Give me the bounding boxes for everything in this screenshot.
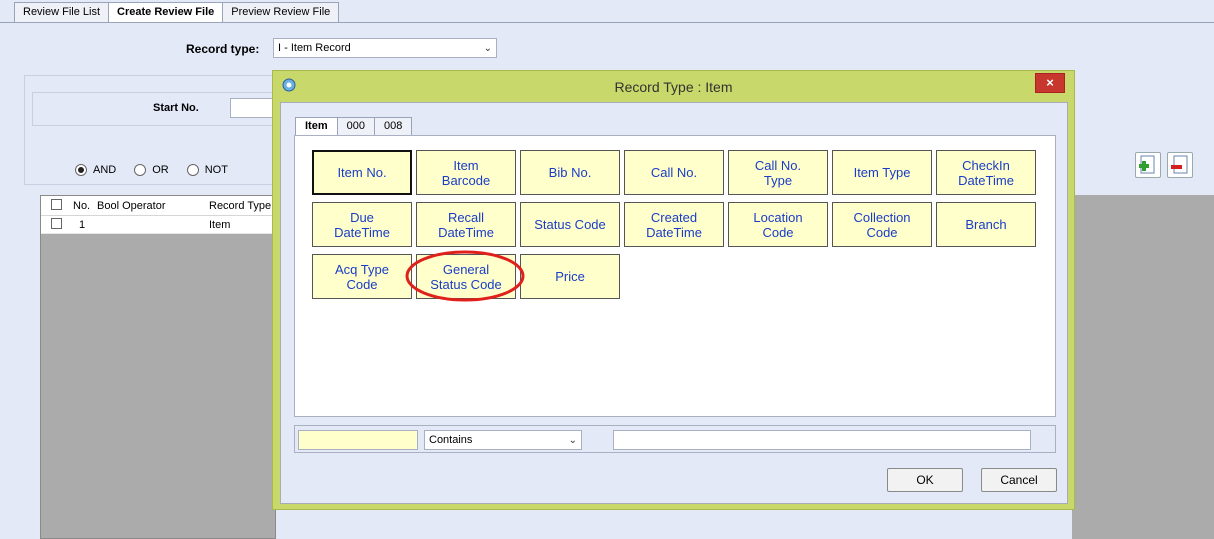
filter-bar: Contains ⌄	[294, 425, 1056, 453]
tab-divider	[0, 22, 1214, 23]
radio-and[interactable]: AND	[75, 164, 116, 176]
field-status-code[interactable]: Status Code	[520, 202, 620, 247]
select-all-checkbox[interactable]	[51, 198, 62, 210]
cancel-button[interactable]: Cancel	[981, 468, 1057, 492]
dialog-title: Record Type : Item	[614, 79, 733, 95]
top-tab-bar: Review File List Create Review File Prev…	[14, 2, 340, 23]
chevron-down-icon: ⌄	[568, 434, 577, 446]
tab-preview-review-file[interactable]: Preview Review File	[222, 2, 340, 22]
add-document-icon	[1139, 155, 1155, 174]
field-branch[interactable]: Branch	[936, 202, 1036, 247]
field-price[interactable]: Price	[520, 254, 620, 299]
row-actions	[1135, 152, 1193, 178]
close-button[interactable]: ×	[1035, 73, 1065, 93]
field-created-datetime[interactable]: Created DateTime	[624, 202, 724, 247]
col-record-type: Record Type	[209, 199, 272, 212]
right-grid-area	[1072, 195, 1214, 539]
filter-operator-value: Contains	[429, 434, 473, 446]
bool-operator-radios: AND OR NOT	[75, 164, 228, 176]
tab-000[interactable]: 000	[336, 117, 375, 135]
radio-not-label: NOT	[204, 164, 228, 176]
tab-create-review-file[interactable]: Create Review File	[108, 2, 224, 23]
filter-field-input[interactable]	[298, 430, 418, 450]
dialog-tab-bar: Item 000 008	[295, 117, 413, 136]
field-button-panel: Item No. Item Barcode Bib No. Call No. C…	[294, 135, 1056, 417]
field-recall-datetime[interactable]: Recall DateTime	[416, 202, 516, 247]
field-bib-no[interactable]: Bib No.	[520, 150, 620, 195]
ok-button[interactable]: OK	[887, 468, 963, 492]
col-bool-operator: Bool Operator	[97, 199, 166, 212]
radio-or-label: OR	[152, 164, 169, 176]
record-type-select[interactable]: I - Item Record ⌄	[273, 38, 497, 58]
radio-unchecked-icon	[134, 164, 147, 176]
radio-and-label: AND	[93, 164, 117, 176]
record-type-label: Record type:	[186, 42, 260, 56]
add-row-button[interactable]	[1135, 152, 1161, 178]
dialog-body: Item 000 008 Item No. Item Barcode Bib N…	[280, 102, 1068, 504]
field-due-datetime[interactable]: Due DateTime	[312, 202, 412, 247]
radio-not[interactable]: NOT	[186, 164, 228, 176]
highlight-circle-annotation	[405, 250, 525, 302]
remove-row-button[interactable]	[1167, 152, 1193, 178]
radio-or[interactable]: OR	[134, 164, 169, 176]
tab-review-file-list[interactable]: Review File List	[14, 2, 110, 22]
field-acq-type-code[interactable]: Acq Type Code	[312, 254, 412, 299]
field-item-type[interactable]: Item Type	[832, 150, 932, 195]
row-checkbox[interactable]	[51, 217, 62, 229]
chevron-down-icon: ⌄	[483, 42, 492, 54]
field-item-barcode[interactable]: Item Barcode	[416, 150, 516, 195]
col-no: No.	[73, 199, 91, 212]
field-call-no[interactable]: Call No.	[624, 150, 724, 195]
radio-unchecked-icon	[186, 164, 199, 176]
start-no-label: Start No.	[153, 102, 199, 114]
criteria-grid: No. Bool Operator Record Type 1 Item	[40, 195, 276, 539]
record-type-value: I - Item Record	[278, 42, 351, 54]
table-row[interactable]: 1 Item	[41, 216, 275, 234]
field-collection-code[interactable]: Collection Code	[832, 202, 932, 247]
field-item-no[interactable]: Item No.	[312, 150, 412, 195]
tab-item[interactable]: Item	[295, 117, 338, 136]
cell-type: Item	[209, 218, 231, 231]
tab-008[interactable]: 008	[373, 117, 413, 135]
filter-value-input[interactable]	[613, 430, 1031, 450]
grid-header: No. Bool Operator Record Type	[41, 196, 275, 216]
field-location-code[interactable]: Location Code	[728, 202, 828, 247]
cell-no: 1	[79, 218, 86, 231]
field-checkin-datetime[interactable]: CheckIn DateTime	[936, 150, 1036, 195]
remove-document-icon	[1171, 155, 1188, 174]
filter-operator-select[interactable]: Contains ⌄	[424, 430, 582, 450]
field-call-no-type[interactable]: Call No. Type	[728, 150, 828, 195]
record-type-dialog: Record Type : Item × Item 000 008 Item N…	[272, 70, 1075, 510]
radio-checked-icon	[75, 164, 87, 176]
